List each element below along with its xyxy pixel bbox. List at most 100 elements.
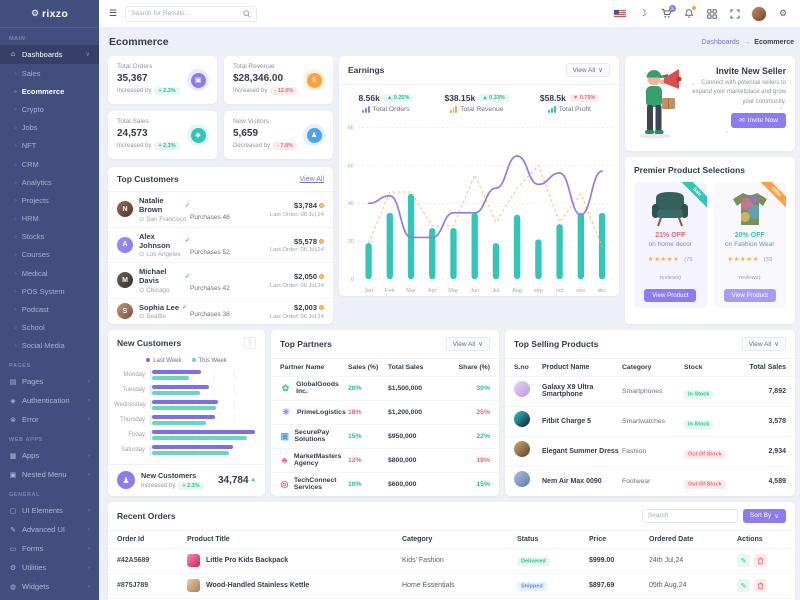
customer-last-order: Last Order: 06 Jul,24 [248,283,324,289]
product-row[interactable]: Nem Air Max 0090 Footwear Out Of Stock 4… [505,467,795,496]
sidebar-item-school[interactable]: ○School [0,319,99,337]
user-avatar[interactable] [751,6,767,22]
sidebar-item-podcast[interactable]: ○Podcast [0,300,99,318]
earnings-stat-label: Total Profit [559,106,591,113]
product-row[interactable]: Elegant Summer Dress Fashion Out Of Stoc… [505,437,795,467]
global-search[interactable] [125,6,257,22]
customer-avatar: S [117,303,133,319]
sidebar-item-error[interactable]: ⊗Error› [0,410,99,429]
sidebar-item-analytics[interactable]: ○Analytics [0,173,99,191]
sidebar-item-crypto[interactable]: ○Crypto [0,100,99,118]
dark-mode-icon[interactable]: ☽ [636,7,650,21]
sidebar-item-medical[interactable]: ○Medical [0,264,99,282]
top-customers-view-all[interactable]: View All [300,176,324,183]
premier-title: Premier Product Selections [634,165,786,175]
cart-icon[interactable]: 5 [659,7,673,21]
partner-sales-pct: 12% [348,457,388,464]
fullscreen-icon[interactable] [728,7,742,21]
bullet-icon: ○ [14,71,17,76]
invite-now-button[interactable]: ✉ Invite Now [731,113,786,128]
sidebar-item-jobs[interactable]: ○Jobs [0,119,99,137]
lock-icon: ◈ [9,397,17,405]
day-label: Monday [114,372,150,378]
partner-row[interactable]: ♣MarketMasters Agency 12% $800,000 18% [271,449,499,473]
sidebar-item-nested-menu[interactable]: ▣Nested Menu› [0,465,99,484]
settings-gear-icon[interactable]: ⚙ [776,7,790,21]
sort-by-button[interactable]: Sort By ∨ [743,509,786,523]
order-status-badge: Delivered [517,557,550,566]
search-input[interactable] [131,10,243,17]
partner-row[interactable]: ◎TechConnect Services 10% $600,000 15% [271,473,499,496]
orders-search-input[interactable] [642,509,738,523]
stat-change-badge: + 2.3% [154,87,179,95]
app-logo[interactable]: ⚙ rixzo [0,0,99,28]
edit-button[interactable]: ✎ [737,579,750,592]
top-products-title: Top Selling Products [514,339,598,349]
box-icon: ▣ [191,73,206,88]
customer-location: Los Angeles [146,251,180,258]
stat-change-badge: + 2.3% [154,142,179,150]
coin-icon [319,203,324,208]
edit-button[interactable]: ✎ [737,554,750,567]
delete-button[interactable] [754,579,767,592]
order-row[interactable]: #42A5689 Little Pro Kids Backpack Kids' … [108,548,795,573]
card-menu-icon[interactable]: ⋮ [244,337,256,349]
menu-toggle-icon[interactable]: ☰ [109,8,117,19]
sidebar-item-dashboards[interactable]: ⌂Dashboards∨ [0,45,99,64]
sidebar-item-pos-system[interactable]: ○POS System [0,282,99,300]
sidebar-item-ecommerce[interactable]: ○Ecommerce [0,82,99,100]
product-total-sales: 7,892 [740,388,786,395]
tshirt-image [730,190,770,228]
customer-row[interactable]: N Natalie Brown✓ ⊙San Francisco Purchase… [108,192,333,228]
partner-row[interactable]: ✳PrimeLogistics 18% $1,200,000 25% [271,401,499,425]
language-flag-icon[interactable] [613,7,627,21]
sidebar-item-pages[interactable]: ▤Pages› [0,372,99,391]
order-row[interactable]: #875J789 Wood-Handled Stainless Kettle H… [108,573,795,598]
bar [152,385,209,389]
legend-dot-icon [146,358,150,362]
sidebar-item-advanced-ui[interactable]: ✎Advanced UI› [0,520,99,539]
sidebar-item-authentication[interactable]: ◈Authentication› [0,391,99,410]
customer-row[interactable]: S Sophia Lee✓ ⊙Seattle Purchases 38 $2,0… [108,299,333,325]
view-product-button[interactable]: View Product [644,289,696,302]
product-card: Offer [714,182,787,308]
sidebar-section-general: GENERAL [0,484,99,501]
apps-grid-icon[interactable] [705,7,719,21]
product-card: Sale [634,182,707,308]
sidebar-item-stocks[interactable]: ○Stocks [0,228,99,246]
partner-row[interactable]: ▣SecurePay Solutions 15% $950,000 22% [271,425,499,449]
product-row[interactable]: Fitbit Charge 5 Smartwatches In Stock 3,… [505,407,795,437]
view-product-button[interactable]: View Product [724,289,776,302]
sidebar-item-ui-elements[interactable]: ▢UI Elements› [0,501,99,520]
svg-text:Aug: Aug [512,288,522,294]
chevron-icon: › [88,527,90,533]
customer-row[interactable]: A Alex Johnson✓ ⊙Los Angeles Purchases 5… [108,228,333,264]
top-products-view-all-button[interactable]: View All ∨ [742,337,786,351]
partner-row[interactable]: ✿GlobalGoods Inc. 20% $1,500,000 30% [271,377,499,401]
sidebar-item-courses[interactable]: ○Courses [0,246,99,264]
widgets-icon: ◍ [9,583,17,591]
sidebar-item-hrm[interactable]: ○HRM [0,210,99,228]
top-partners-title: Top Partners [280,339,332,349]
bar [152,436,247,440]
breadcrumb-parent[interactable]: Dashboards [702,39,740,46]
svg-text:nov: nov [576,288,585,294]
earnings-view-all-button[interactable]: View All ∨ [566,63,610,77]
notifications-bell-icon[interactable] [682,7,696,21]
sidebar-item-utilities[interactable]: ⚙Utilities› [0,558,99,577]
sidebar-item-apps[interactable]: ▦Apps› [0,446,99,465]
top-partners-view-all-button[interactable]: View All ∨ [446,337,490,351]
sidebar-item-nft[interactable]: ○NFT [0,137,99,155]
sidebar-item-projects[interactable]: ○Projects [0,191,99,209]
product-total-sales: 2,934 [740,448,786,455]
order-category: Home Essentials [402,582,517,589]
sidebar-item-social-media[interactable]: ○Social Media [0,337,99,355]
sidebar-item-widgets[interactable]: ◍Widgets› [0,577,99,596]
sidebar-item-crm[interactable]: ○CRM [0,155,99,173]
customer-row[interactable]: M Michael Davis✓ ⊙Chicago Purchases 42 $… [108,263,333,299]
delete-button[interactable] [754,554,767,567]
product-row[interactable]: Galaxy X9 Ultra Smartphone Smartphones I… [505,377,795,407]
sidebar-item-forms[interactable]: ▭Forms› [0,539,99,558]
stock-badge: Out Of Stock [684,480,726,489]
sidebar-item-sales[interactable]: ○Sales [0,64,99,82]
